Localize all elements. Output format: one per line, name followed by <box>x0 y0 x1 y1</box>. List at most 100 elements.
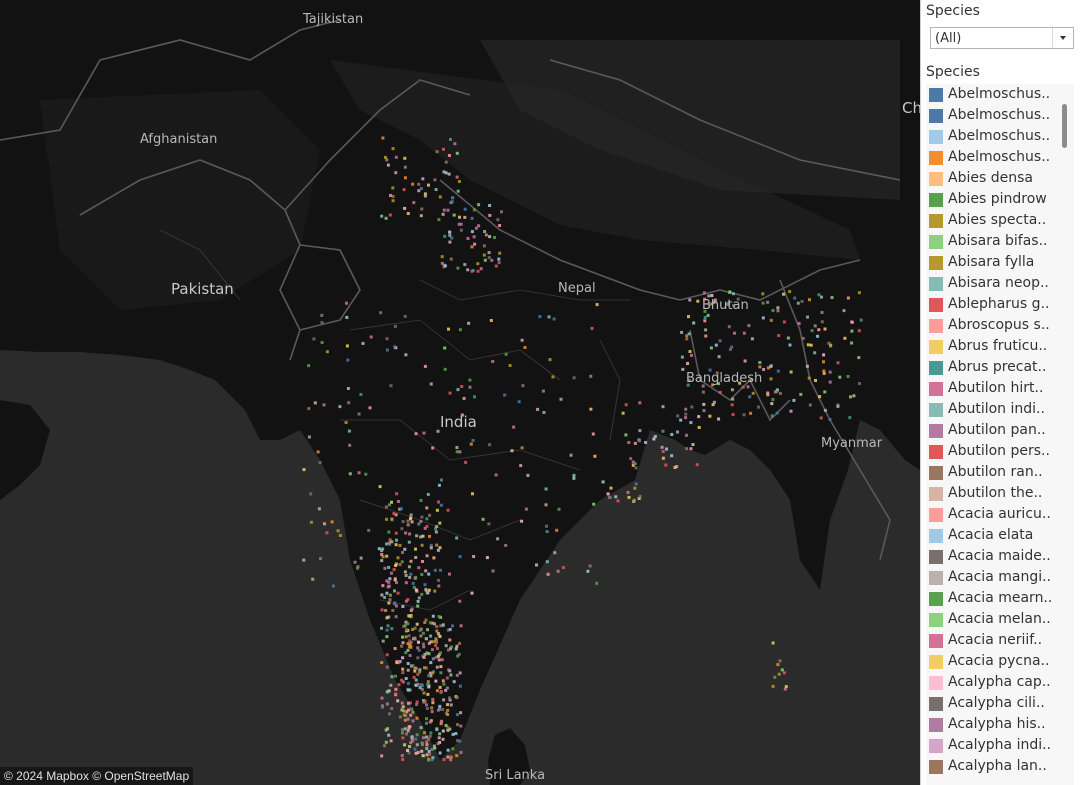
observation-point[interactable] <box>422 645 426 649</box>
observation-point[interactable] <box>427 674 431 678</box>
observation-point[interactable] <box>390 540 394 544</box>
observation-point[interactable] <box>733 331 736 335</box>
observation-point[interactable] <box>695 463 699 467</box>
observation-point[interactable] <box>428 720 432 724</box>
observation-point[interactable] <box>443 367 447 371</box>
observation-point[interactable] <box>364 472 368 476</box>
observation-point[interactable] <box>782 320 786 324</box>
observation-point[interactable] <box>345 315 349 319</box>
observation-point[interactable] <box>436 548 440 552</box>
observation-point[interactable] <box>820 320 824 324</box>
observation-point[interactable] <box>357 412 361 416</box>
observation-point[interactable] <box>460 385 464 388</box>
observation-point[interactable] <box>313 401 317 405</box>
observation-point[interactable] <box>487 522 491 526</box>
observation-point[interactable] <box>387 733 391 737</box>
observation-point[interactable] <box>546 572 550 576</box>
observation-point[interactable] <box>455 175 459 179</box>
observation-point[interactable] <box>520 338 524 342</box>
observation-point[interactable] <box>458 739 462 743</box>
observation-point[interactable] <box>395 661 399 665</box>
observation-point[interactable] <box>433 178 437 182</box>
legend-item[interactable]: Abutilon pan.. <box>926 421 1061 442</box>
species-filter-dropdown[interactable]: (All) <box>930 27 1074 49</box>
observation-point[interactable] <box>424 588 428 592</box>
observation-point[interactable] <box>431 756 435 760</box>
observation-point[interactable] <box>407 701 410 705</box>
observation-point[interactable] <box>462 396 466 400</box>
observation-point[interactable] <box>624 433 628 437</box>
observation-point[interactable] <box>445 686 449 690</box>
observation-point[interactable] <box>589 407 593 411</box>
observation-point[interactable] <box>547 315 551 319</box>
observation-point[interactable] <box>450 236 454 240</box>
observation-point[interactable] <box>421 177 425 181</box>
observation-point[interactable] <box>398 715 402 719</box>
observation-point[interactable] <box>408 575 412 579</box>
legend-item[interactable]: Abroscopus s.. <box>926 316 1061 337</box>
observation-point[interactable] <box>442 682 446 686</box>
observation-point[interactable] <box>381 555 385 559</box>
legend-item[interactable]: Acalypha lan.. <box>926 757 1061 778</box>
observation-point[interactable] <box>419 498 423 502</box>
observation-point[interactable] <box>801 336 805 340</box>
observation-point[interactable] <box>427 758 430 762</box>
observation-point[interactable] <box>348 472 352 476</box>
observation-point[interactable] <box>731 413 735 416</box>
observation-point[interactable] <box>302 468 306 472</box>
observation-point[interactable] <box>843 336 847 340</box>
observation-point[interactable] <box>709 346 713 350</box>
observation-point[interactable] <box>425 637 428 641</box>
observation-point[interactable] <box>717 355 721 359</box>
observation-point[interactable] <box>471 438 475 442</box>
observation-point[interactable] <box>809 343 813 347</box>
observation-point[interactable] <box>428 752 432 756</box>
observation-point[interactable] <box>410 607 414 611</box>
observation-point[interactable] <box>731 397 735 401</box>
observation-point[interactable] <box>408 745 411 748</box>
observation-point[interactable] <box>428 513 432 517</box>
observation-point[interactable] <box>408 532 412 536</box>
observation-point[interactable] <box>561 566 565 570</box>
observation-point[interactable] <box>690 353 693 357</box>
observation-point[interactable] <box>378 485 382 489</box>
observation-point[interactable] <box>456 388 460 392</box>
observation-point[interactable] <box>401 656 405 660</box>
observation-point[interactable] <box>439 568 442 572</box>
observation-point[interactable] <box>434 530 438 534</box>
observation-point[interactable] <box>440 658 444 662</box>
observation-point[interactable] <box>389 384 393 388</box>
observation-point[interactable] <box>453 142 457 146</box>
observation-point[interactable] <box>634 482 638 486</box>
observation-point[interactable] <box>359 556 363 560</box>
observation-point[interactable] <box>569 453 573 457</box>
observation-point[interactable] <box>383 566 387 570</box>
observation-point[interactable] <box>813 351 817 355</box>
observation-point[interactable] <box>846 375 850 378</box>
observation-point[interactable] <box>616 499 620 503</box>
observation-point[interactable] <box>444 160 448 164</box>
observation-point[interactable] <box>428 534 431 538</box>
observation-point[interactable] <box>638 429 642 433</box>
observation-point[interactable] <box>749 411 753 415</box>
observation-point[interactable] <box>425 717 428 721</box>
observation-point[interactable] <box>344 421 348 424</box>
observation-point[interactable] <box>789 370 793 374</box>
observation-point[interactable] <box>433 589 437 593</box>
observation-point[interactable] <box>446 748 450 752</box>
observation-point[interactable] <box>441 212 445 216</box>
observation-point[interactable] <box>479 267 483 271</box>
observation-point[interactable] <box>391 194 395 198</box>
observation-point[interactable] <box>437 658 441 662</box>
map-view[interactable]: Tajikistan Afghanistan Pakistan Nepal Bh… <box>0 0 920 785</box>
legend-item[interactable]: Acacia neriif.. <box>926 631 1061 652</box>
observation-point[interactable] <box>447 668 451 672</box>
observation-point[interactable] <box>438 707 441 711</box>
observation-point[interactable] <box>455 696 459 700</box>
observation-point[interactable] <box>419 519 423 523</box>
observation-point[interactable] <box>433 568 437 572</box>
legend-scrollbar[interactable] <box>1062 104 1067 148</box>
observation-point[interactable] <box>799 392 803 396</box>
observation-point[interactable] <box>419 187 423 190</box>
observation-point[interactable] <box>435 543 439 547</box>
